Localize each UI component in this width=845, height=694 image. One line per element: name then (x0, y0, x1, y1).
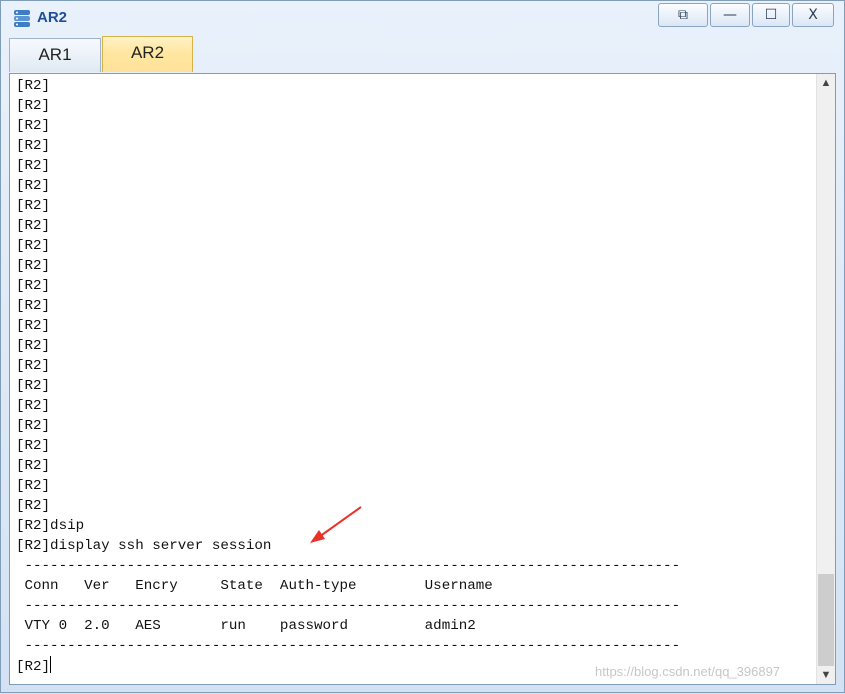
console-window: AR2 ⧉ — ☐ X AR1 AR2 [R2] [R2] [R2] [R2] [R2]… (0, 0, 845, 693)
annotation-arrow-icon (310, 506, 362, 543)
